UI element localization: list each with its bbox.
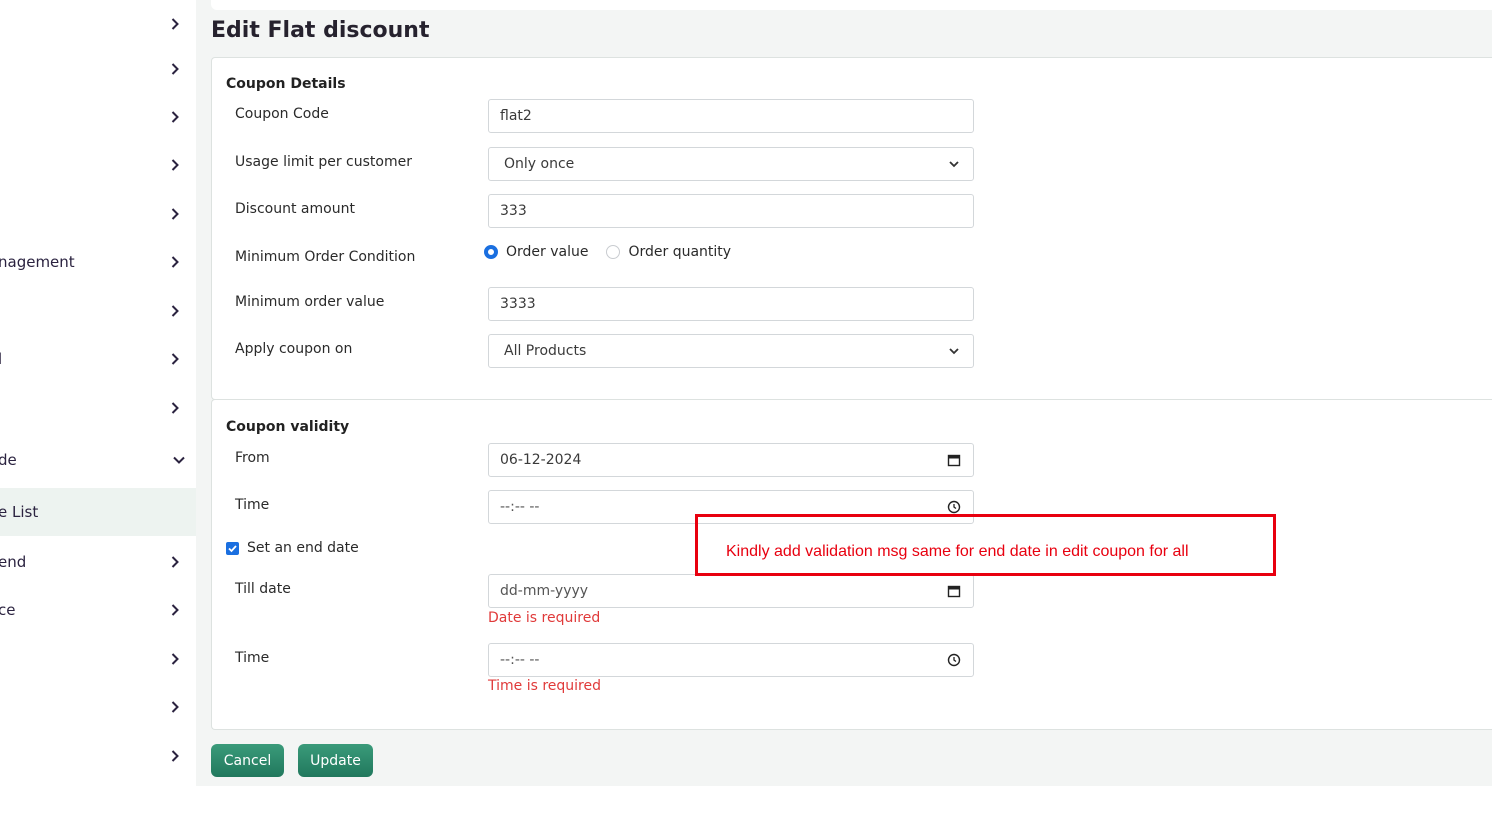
annotation-box: Kindly add validation msg same for end d… (695, 514, 1276, 576)
chevron-right-icon (171, 305, 179, 317)
sidebar-item[interactable] (0, 683, 196, 731)
apply-coupon-on-label: Apply coupon on (235, 341, 353, 357)
chevron-right-icon (171, 604, 179, 616)
cancel-button[interactable]: Cancel (211, 744, 284, 777)
sidebar-item[interactable] (0, 141, 196, 189)
radio-order-quantity-label: Order quantity (628, 244, 732, 260)
calendar-icon[interactable] (947, 453, 961, 467)
discount-amount-value: 333 (500, 203, 527, 219)
sidebar-item[interactable]: ce (0, 586, 196, 634)
sidebar-item-label: de (0, 451, 17, 469)
radio-unselected-icon (606, 245, 621, 259)
chevron-right-icon (171, 353, 179, 365)
coupon-code-input[interactable]: flat2 (488, 99, 974, 133)
sidebar-item[interactable]: de (0, 436, 196, 484)
min-order-value-input[interactable]: 3333 (488, 287, 974, 321)
sidebar-item[interactable] (0, 190, 196, 238)
sidebar-item-label: nagement (0, 253, 75, 271)
top-strip (211, 0, 1492, 10)
chevron-right-icon (171, 750, 179, 762)
min-order-value-label: Minimum order value (235, 294, 385, 310)
radio-order-value[interactable]: Order value (484, 244, 588, 260)
usage-limit-value: Only once (504, 156, 575, 172)
sidebar-item[interactable] (0, 287, 196, 335)
apply-coupon-on-value: All Products (504, 343, 587, 359)
radio-order-value-label: Order value (506, 244, 589, 260)
sidebar-item[interactable] (0, 93, 196, 141)
coupon-details-title: Coupon Details (226, 76, 346, 92)
chevron-down-icon (949, 348, 959, 355)
till-date-error: Date is required (488, 610, 601, 626)
sidebar-item[interactable] (0, 635, 196, 683)
end-time-input[interactable]: --:-- -- (488, 643, 974, 677)
sidebar-item-label: ce (0, 601, 16, 619)
chevron-right-icon (171, 701, 179, 713)
clock-icon[interactable] (947, 500, 961, 514)
main-content: Edit Flat discount Coupon Details Coupon… (196, 0, 1492, 786)
clock-icon[interactable] (947, 653, 961, 667)
annotation-text: Kindly add validation msg same for end d… (726, 543, 1189, 560)
end-time-label: Time (235, 650, 270, 666)
update-button[interactable]: Update (298, 744, 373, 777)
checkbox-checked-icon (226, 541, 239, 555)
sidebar: nagement l de e List end ce (0, 0, 196, 825)
chevron-right-icon (171, 402, 179, 414)
chevron-down-icon (173, 456, 185, 464)
sidebar-item[interactable]: l (0, 335, 196, 383)
sidebar-item[interactable]: nagement (0, 238, 196, 286)
from-label: From (235, 450, 270, 466)
sidebar-item[interactable]: end (0, 538, 196, 586)
end-time-error: Time is required (488, 678, 602, 694)
sidebar-item[interactable] (0, 732, 196, 780)
radio-selected-icon (484, 245, 498, 259)
coupon-details-card: Coupon Details Coupon Code flat2 Usage l… (211, 57, 1492, 400)
sidebar-item-label: e List (0, 503, 39, 521)
till-date-placeholder: dd-mm-yyyy (500, 583, 589, 599)
set-end-date-label: Set an end date (247, 540, 359, 556)
sidebar-item[interactable] (0, 0, 196, 48)
coupon-code-label: Coupon Code (235, 106, 329, 122)
till-date-label: Till date (235, 581, 291, 597)
usage-limit-label: Usage limit per customer (235, 154, 412, 170)
discount-amount-label: Discount amount (235, 201, 355, 217)
chevron-right-icon (171, 63, 179, 75)
min-order-value-value: 3333 (500, 296, 536, 312)
sidebar-item[interactable]: e List (0, 488, 196, 536)
discount-amount-input[interactable]: 333 (488, 194, 974, 228)
apply-coupon-on-select[interactable]: All Products (488, 334, 974, 368)
chevron-right-icon (171, 208, 179, 220)
calendar-icon[interactable] (947, 584, 961, 598)
till-date-input[interactable]: dd-mm-yyyy (488, 574, 974, 608)
from-date-value: 06-12-2024 (500, 452, 582, 468)
chevron-right-icon (171, 111, 179, 123)
chevron-right-icon (171, 653, 179, 665)
chevron-down-icon (949, 161, 959, 168)
coupon-code-value: flat2 (500, 108, 532, 124)
start-time-label: Time (235, 497, 270, 513)
from-date-input[interactable]: 06-12-2024 (488, 443, 974, 477)
coupon-validity-title: Coupon validity (226, 419, 350, 435)
sidebar-item-label: end (0, 553, 27, 571)
sidebar-item[interactable] (0, 384, 196, 432)
page-title: Edit Flat discount (211, 18, 430, 43)
chevron-right-icon (171, 556, 179, 568)
min-order-condition-radios: Order value Order quantity (484, 244, 749, 260)
sidebar-item-label: l (0, 350, 3, 368)
min-order-condition-label: Minimum Order Condition (235, 249, 416, 265)
chevron-right-icon (171, 256, 179, 268)
usage-limit-select[interactable]: Only once (488, 147, 974, 181)
set-end-date-checkbox[interactable]: Set an end date (226, 540, 359, 556)
end-time-value: --:-- -- (500, 652, 540, 668)
start-time-value: --:-- -- (500, 499, 540, 515)
sidebar-item[interactable] (0, 45, 196, 93)
chevron-right-icon (171, 159, 179, 171)
radio-order-quantity[interactable]: Order quantity (606, 244, 731, 260)
chevron-right-icon (171, 18, 179, 30)
